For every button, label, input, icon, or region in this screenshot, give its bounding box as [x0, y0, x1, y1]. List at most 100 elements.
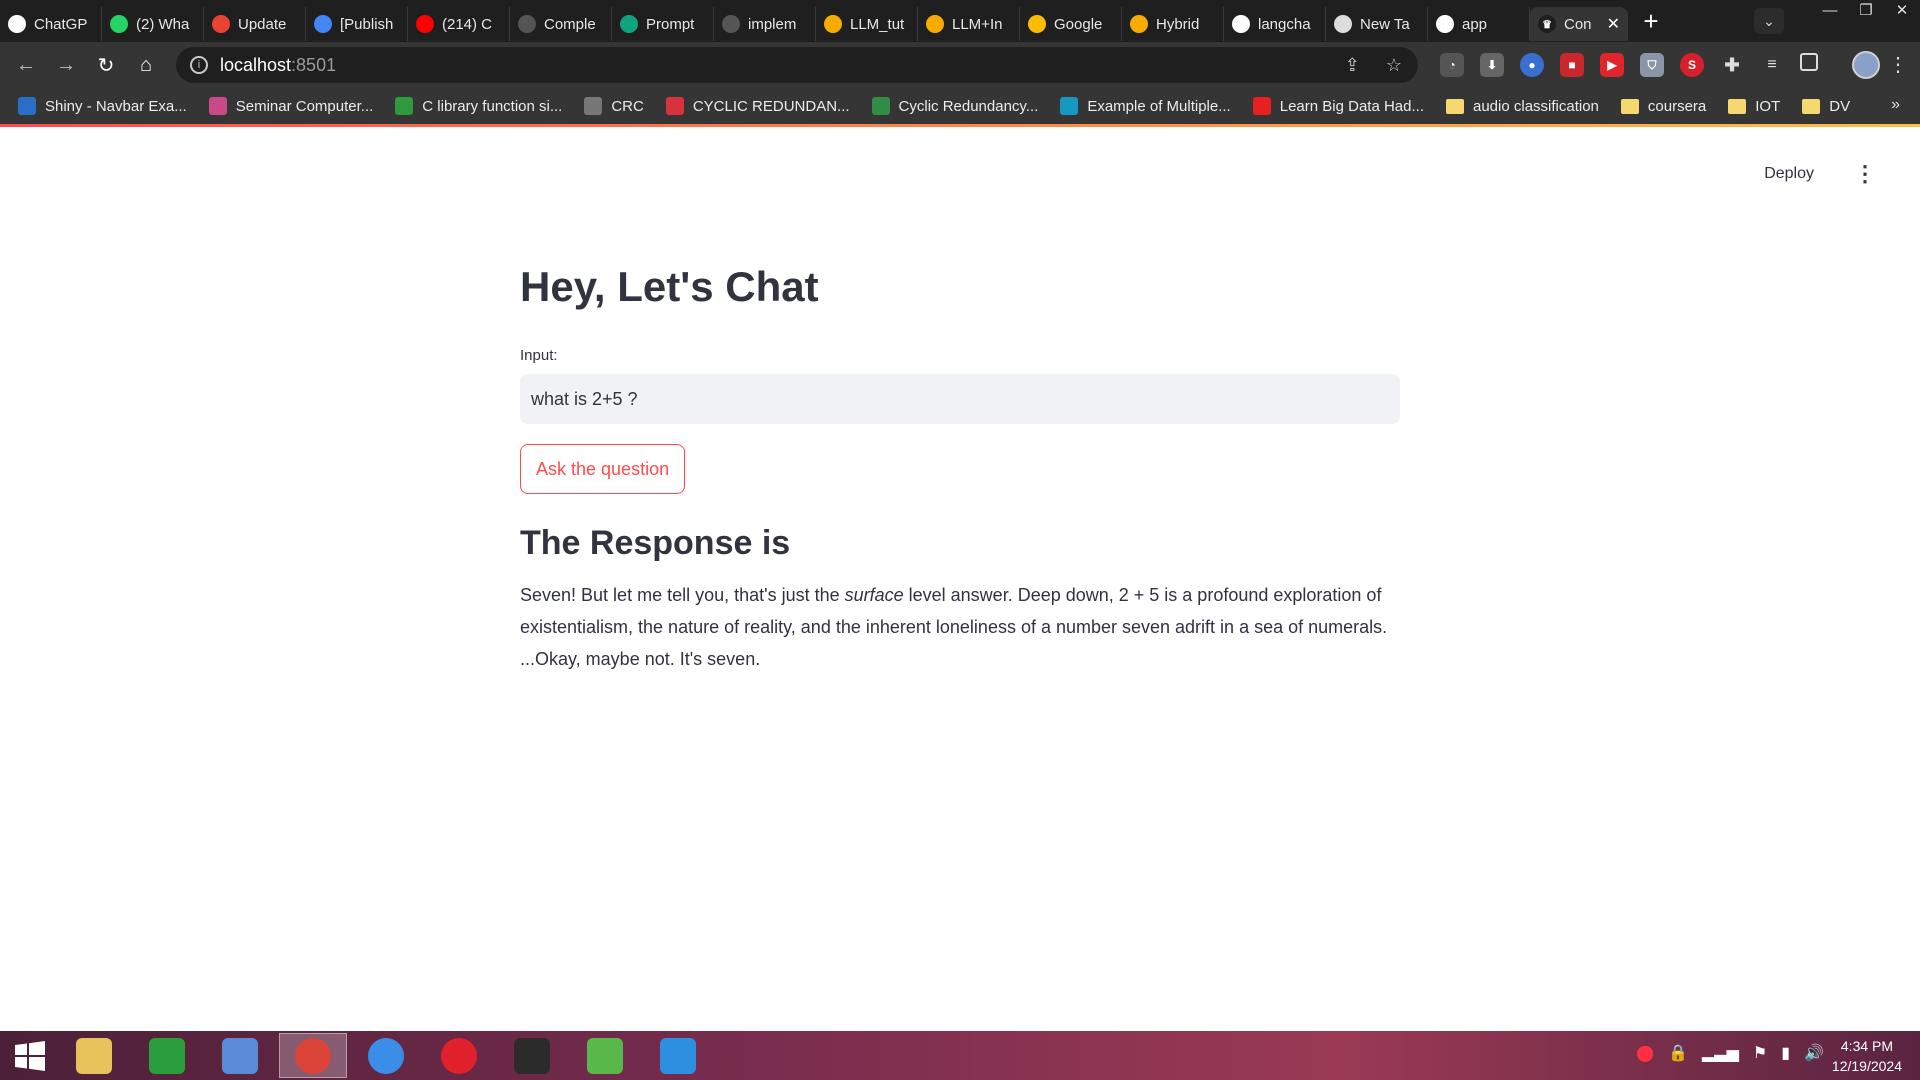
sync-icon [587, 1037, 623, 1074]
bookmark-item[interactable]: Seminar Computer... [208, 97, 373, 115]
docs-icon [314, 15, 332, 33]
app-menu-icon[interactable]: ⋮ [1854, 161, 1876, 187]
bookmark-item[interactable]: Learn Big Data Had... [1252, 97, 1424, 115]
taskbar-app[interactable] [425, 1033, 493, 1078]
browser-tab[interactable]: LLM_tut [816, 7, 918, 41]
taskbar-app[interactable] [352, 1033, 420, 1078]
taskbar-app[interactable] [133, 1033, 201, 1078]
flag-icon[interactable]: ⚑ [1753, 1043, 1767, 1063]
folder-icon [1620, 98, 1639, 114]
taskbar-app[interactable] [206, 1033, 274, 1078]
google-icon [1232, 15, 1250, 33]
minimize-icon[interactable]: — [1812, 0, 1848, 24]
info-icon[interactable]: i [190, 56, 208, 74]
ask-question-button[interactable]: Ask the question [520, 444, 686, 494]
tab-search-icon[interactable]: ⌄ [1754, 8, 1784, 34]
volume-icon[interactable]: 🔊 [1804, 1043, 1824, 1063]
question-input[interactable]: what is 2+5 ? [520, 374, 1400, 424]
input-label: Input: [520, 347, 558, 364]
browser-tab[interactable]: Prompt [612, 7, 714, 41]
chrome-menu-icon[interactable]: ⋮ [1888, 52, 1908, 77]
active-tab[interactable]: ♛ Con ✕ [1530, 7, 1628, 41]
seminar-icon [208, 97, 227, 115]
browser-tab[interactable]: (214) C [408, 7, 510, 41]
media-control-icon[interactable]: ≡ [1760, 53, 1784, 77]
folder-icon [1728, 98, 1747, 114]
browser-tab[interactable]: implem [714, 7, 816, 41]
taskbar-app[interactable] [498, 1033, 566, 1078]
side-panel-icon[interactable] [1800, 53, 1818, 71]
security-alert-icon[interactable]: ⬤ [1636, 1043, 1654, 1063]
bookmark-item[interactable]: C library function si... [395, 97, 562, 115]
browser-tab[interactable]: New Ta [1326, 7, 1428, 41]
bookmark-item[interactable]: audio classification [1446, 98, 1599, 115]
home-icon[interactable]: ⌂ [126, 54, 166, 77]
browser-tab[interactable]: Hybrid [1122, 7, 1224, 41]
s-extension-icon[interactable]: S [1680, 53, 1704, 77]
chatgpt-icon [620, 15, 638, 33]
browser-tab[interactable]: Google [1020, 7, 1122, 41]
record-extension-icon[interactable]: ■ [1560, 53, 1584, 77]
taskbar-app[interactable] [60, 1033, 128, 1078]
bookmark-star-icon[interactable]: ☆ [1386, 55, 1402, 76]
browser-tab-label: Prompt [646, 15, 695, 33]
gfg-icon [871, 97, 890, 115]
new-tab-button[interactable]: + [1634, 6, 1668, 36]
bookmark-label: Cyclic Redundancy... [898, 97, 1039, 115]
browser-tab[interactable]: [Publish [306, 7, 408, 41]
browser-tab[interactable]: (2) Wha [102, 7, 204, 41]
youtube-icon [416, 15, 434, 33]
browser-tab[interactable]: ChatGP [0, 7, 102, 41]
red-play-extension-icon[interactable]: ▶ [1600, 53, 1624, 77]
taskbar-app[interactable] [644, 1033, 712, 1078]
deploy-button[interactable]: Deploy [1764, 165, 1814, 183]
bookmarks-overflow-icon[interactable]: » [1891, 96, 1900, 114]
github-icon [518, 15, 536, 33]
bookmark-item[interactable]: CRC [584, 97, 644, 115]
close-window-icon[interactable]: ✕ [1884, 0, 1920, 24]
shield-extension-icon[interactable]: ⛉ [1640, 53, 1664, 77]
scribd-icon [665, 97, 684, 115]
address-bar[interactable]: i localhost :8501 ⇪ ☆ [176, 47, 1418, 83]
share-icon[interactable]: ⇪ [1345, 55, 1360, 76]
c-library-icon [395, 97, 414, 115]
bookmark-item[interactable]: IOT [1728, 98, 1780, 115]
battery-icon[interactable]: ▮ [1781, 1043, 1790, 1063]
whatsapp-icon [110, 15, 128, 33]
start-button[interactable] [0, 1040, 60, 1072]
back-icon[interactable]: ← [6, 54, 46, 77]
bookmarks-bar: Shiny - Navbar Exa... Seminar Computer...… [0, 88, 1920, 124]
bookmark-item[interactable]: Cyclic Redundancy... [871, 97, 1039, 115]
restore-icon[interactable]: ❐ [1848, 0, 1884, 24]
browser-tab[interactable]: LLM+In [918, 7, 1020, 41]
bookmark-item[interactable]: DV [1802, 98, 1850, 115]
browser-tab-label: [Publish [340, 15, 394, 33]
blue-extension-icon[interactable]: ● [1520, 53, 1544, 77]
close-tab-icon[interactable]: ✕ [1607, 14, 1620, 34]
reload-icon[interactable]: ↻ [86, 53, 126, 78]
browser-tab[interactable]: Update [204, 7, 306, 41]
taskbar-app[interactable] [571, 1033, 639, 1078]
bookmark-item[interactable]: Shiny - Navbar Exa... [18, 97, 187, 115]
streamlit-app: Deploy ⋮ Hey, Let's Chat Input: what is … [0, 127, 1920, 1031]
browser-tab-label: Update [238, 15, 287, 33]
puzzle-extensions-icon[interactable]: ✚ [1720, 53, 1744, 77]
store-icon [149, 1037, 185, 1074]
bookmark-item[interactable]: coursera [1620, 98, 1706, 115]
bookmark-item[interactable]: CYCLIC REDUNDAN... [665, 97, 850, 115]
browser-tab[interactable]: langcha [1224, 7, 1326, 41]
browser-tab[interactable]: Comple [510, 7, 612, 41]
taskbar-clock[interactable]: 4:34 PM 12/19/2024 [1832, 1036, 1902, 1076]
speedtest-extension-icon[interactable]: ◔ [1440, 53, 1464, 77]
download-extension-icon[interactable]: ⬇ [1480, 53, 1504, 77]
network-signal-icon[interactable]: ▂▃▅ [1702, 1043, 1739, 1063]
forward-icon[interactable]: → [46, 54, 86, 77]
bookmark-label: C library function si... [422, 97, 563, 115]
bookmark-item[interactable]: Example of Multiple... [1060, 97, 1231, 115]
browser-tab[interactable]: app [1428, 7, 1530, 41]
lock-icon[interactable]: 🔒 [1668, 1043, 1688, 1063]
profile-avatar[interactable] [1852, 51, 1880, 79]
chatgpt-icon [8, 15, 26, 33]
taskbar-app[interactable] [279, 1033, 347, 1078]
response-text-part: Seven! But let me tell you, that's just … [520, 585, 845, 605]
